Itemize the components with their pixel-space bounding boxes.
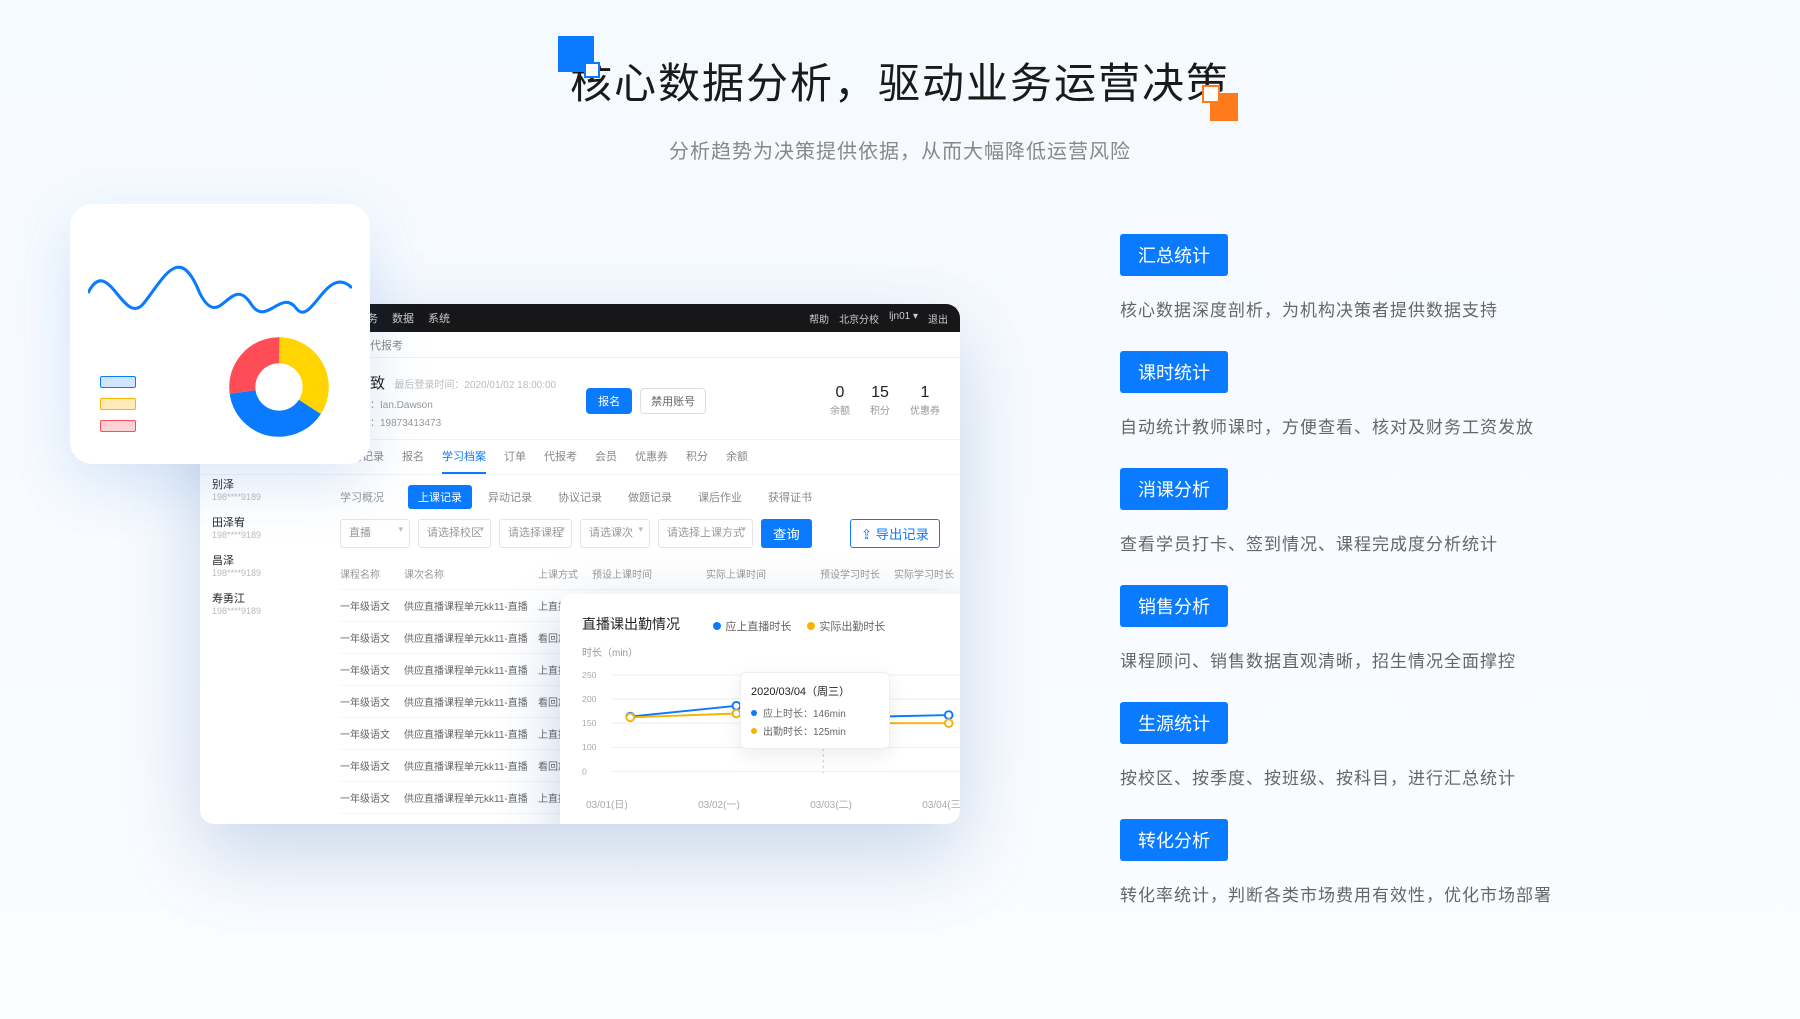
chart-xlabels: 03/01(日)03/02(一)03/03(二)03/04(三) xyxy=(582,796,960,811)
hero-title: 核心数据分析，驱动业务运营决策 xyxy=(570,50,1230,111)
feature-item-2: 消课分析 查看学员打卡、签到情况、课程完成度分析统计 xyxy=(1120,468,1750,555)
feature-item-3: 销售分析 课程顾问、销售数据直观清晰，招生情况全面撑控 xyxy=(1120,585,1750,672)
section-tab[interactable]: 做题记录 xyxy=(618,485,682,509)
filter-campus[interactable]: 请选择校区 xyxy=(418,519,491,548)
feature-list: 汇总统计 核心数据深度剖析，为机构决策者提供数据支持 课时统计 自动统计教师课时… xyxy=(1000,204,1750,936)
feature-item-0: 汇总统计 核心数据深度剖析，为机构决策者提供数据支持 xyxy=(1120,234,1750,321)
topnav-right-item[interactable]: 北京分校 xyxy=(839,311,879,326)
svg-text:250: 250 xyxy=(582,670,597,680)
feature-tag-2: 消课分析 xyxy=(1120,468,1228,510)
legend-item: 实际出勤时长 xyxy=(807,618,885,634)
record-tab[interactable]: 订单 xyxy=(504,448,526,474)
section-tab[interactable]: 获得证书 xyxy=(758,485,822,509)
feature-tag-5: 转化分析 xyxy=(1120,819,1228,861)
disable-account-button[interactable]: 禁用账号 xyxy=(640,388,706,414)
svg-text:200: 200 xyxy=(582,694,597,704)
legend-swatch-red xyxy=(100,420,136,432)
hero-subtitle: 分析趋势为决策提供依据，从而大幅降低运营风险 xyxy=(0,135,1800,164)
donut-legend xyxy=(100,376,136,432)
filter-type[interactable]: 直播 xyxy=(340,519,410,548)
profile-stat: 15积分 xyxy=(870,384,890,417)
legend-swatch-yellow xyxy=(100,398,136,410)
filter-lesson[interactable]: 请选课次 xyxy=(580,519,650,548)
feature-desc-5: 转化率统计，判断各类市场费用有效性，优化市场部署 xyxy=(1120,881,1750,906)
hero: 核心数据分析，驱动业务运营决策 分析趋势为决策提供依据，从而大幅降低运营风险 xyxy=(0,0,1800,164)
section-tab[interactable]: 课后作业 xyxy=(688,485,752,509)
student-list-item[interactable]: 别泽198****9189 xyxy=(212,476,308,502)
section-overview-label: 学习概况 xyxy=(340,489,384,505)
feature-tag-0: 汇总统计 xyxy=(1120,234,1228,276)
profile-stat: 0余额 xyxy=(830,384,850,417)
record-tab[interactable]: 余额 xyxy=(726,448,748,474)
filter-method[interactable]: 请选择上课方式 xyxy=(658,519,753,548)
username-line: 用户名：Ian.Dawson xyxy=(340,396,556,411)
feature-desc-4: 按校区、按季度、按班级、按科目，进行汇总统计 xyxy=(1120,764,1750,789)
subnav-item[interactable]: 代报考 xyxy=(370,337,403,353)
topnav-right-item[interactable]: ljn01 ▾ xyxy=(889,311,918,326)
export-button[interactable]: ⇪ 导出记录 xyxy=(850,519,940,548)
chart-ylabel: 时长（min） xyxy=(582,644,960,659)
table-header-cell: 实际学习时长 xyxy=(894,566,960,581)
last-login: 最后登录时间：2020/01/02 18:00:00 xyxy=(394,380,556,391)
chart-title: 直播课出勤情况 xyxy=(582,614,680,634)
table-header-cell: 预设学习时长 xyxy=(820,566,890,581)
record-tab[interactable]: 学习档案 xyxy=(442,448,486,474)
tooltip-line-1: 应上时长：146min xyxy=(763,705,846,720)
feature-tag-1: 课时统计 xyxy=(1120,351,1228,393)
profile-stat: 1优惠券 xyxy=(910,384,940,417)
topnav-item[interactable]: 数据 xyxy=(392,310,414,326)
tooltip-line-2: 出勤时长：125min xyxy=(763,723,846,738)
chart-legend: 应上直播时长 实际出勤时长 xyxy=(713,618,885,634)
sparkline-card xyxy=(70,204,370,464)
table-header-cell: 课程名称 xyxy=(340,566,400,581)
legend-swatch-blue xyxy=(100,376,136,388)
feature-item-5: 转化分析 转化率统计，判断各类市场费用有效性，优化市场部署 xyxy=(1120,819,1750,906)
student-list-item[interactable]: 寿勇江198****9189 xyxy=(212,590,308,616)
attendance-chart-card: 直播课出勤情况 应上直播时长 实际出勤时长 时长（min） 250 200 150 1… xyxy=(560,594,960,824)
record-tab[interactable]: 积分 xyxy=(686,448,708,474)
record-tab[interactable]: 代报考 xyxy=(544,448,577,474)
search-button[interactable]: 查询 xyxy=(761,519,812,548)
record-tab[interactable]: 报名 xyxy=(402,448,424,474)
feature-tag-3: 销售分析 xyxy=(1120,585,1228,627)
section-tab[interactable]: 异动记录 xyxy=(478,485,542,509)
filter-course[interactable]: 请选择课程 xyxy=(499,519,572,548)
chart-tooltip: 2020/03/04（周三） 应上时长：146min 出勤时长：125min xyxy=(740,672,890,749)
table-header-cell: 课次名称 xyxy=(404,566,534,581)
tooltip-date: 2020/03/04（周三） xyxy=(751,683,879,699)
record-tab[interactable]: 会员 xyxy=(595,448,617,474)
section-tab[interactable]: 上课记录 xyxy=(408,485,472,509)
section-tab[interactable]: 协议记录 xyxy=(548,485,612,509)
topnav-right-item[interactable]: 退出 xyxy=(928,311,948,326)
legend-item: 应上直播时长 xyxy=(713,618,791,634)
topnav-item[interactable]: 系统 xyxy=(428,310,450,326)
accent-square-blue xyxy=(558,36,594,72)
feature-item-1: 课时统计 自动统计教师课时，方便查看、核对及财务工资发放 xyxy=(1120,351,1750,438)
svg-text:0: 0 xyxy=(582,766,587,776)
phone-line: 手机号：19873413473 xyxy=(340,414,556,429)
table-header-cell: 上课方式 xyxy=(538,566,588,581)
record-tab[interactable]: 优惠券 xyxy=(635,448,668,474)
feature-tag-4: 生源统计 xyxy=(1120,702,1228,744)
student-list-item[interactable]: 田泽宥198****9189 xyxy=(212,514,308,540)
svg-text:100: 100 xyxy=(582,742,597,752)
svg-text:150: 150 xyxy=(582,718,597,728)
feature-desc-1: 自动统计教师课时，方便查看、核对及财务工资发放 xyxy=(1120,413,1750,438)
feature-desc-3: 课程顾问、销售数据直观清晰，招生情况全面撑控 xyxy=(1120,647,1750,672)
student-list-item[interactable]: 昌泽198****9189 xyxy=(212,552,308,578)
feature-item-4: 生源统计 按校区、按季度、按班级、按科目，进行汇总统计 xyxy=(1120,702,1750,789)
topnav-right-item[interactable]: 帮助 xyxy=(809,311,829,326)
donut-chart xyxy=(224,332,334,442)
table-header-cell: 实际上课时间 xyxy=(706,566,816,581)
feature-desc-2: 查看学员打卡、签到情况、课程完成度分析统计 xyxy=(1120,530,1750,555)
table-header-cell: 预设上课时间 xyxy=(592,566,702,581)
enroll-button[interactable]: 报名 xyxy=(586,388,632,414)
feature-desc-0: 核心数据深度剖析，为机构决策者提供数据支持 xyxy=(1120,296,1750,321)
accent-square-orange xyxy=(1210,93,1238,121)
